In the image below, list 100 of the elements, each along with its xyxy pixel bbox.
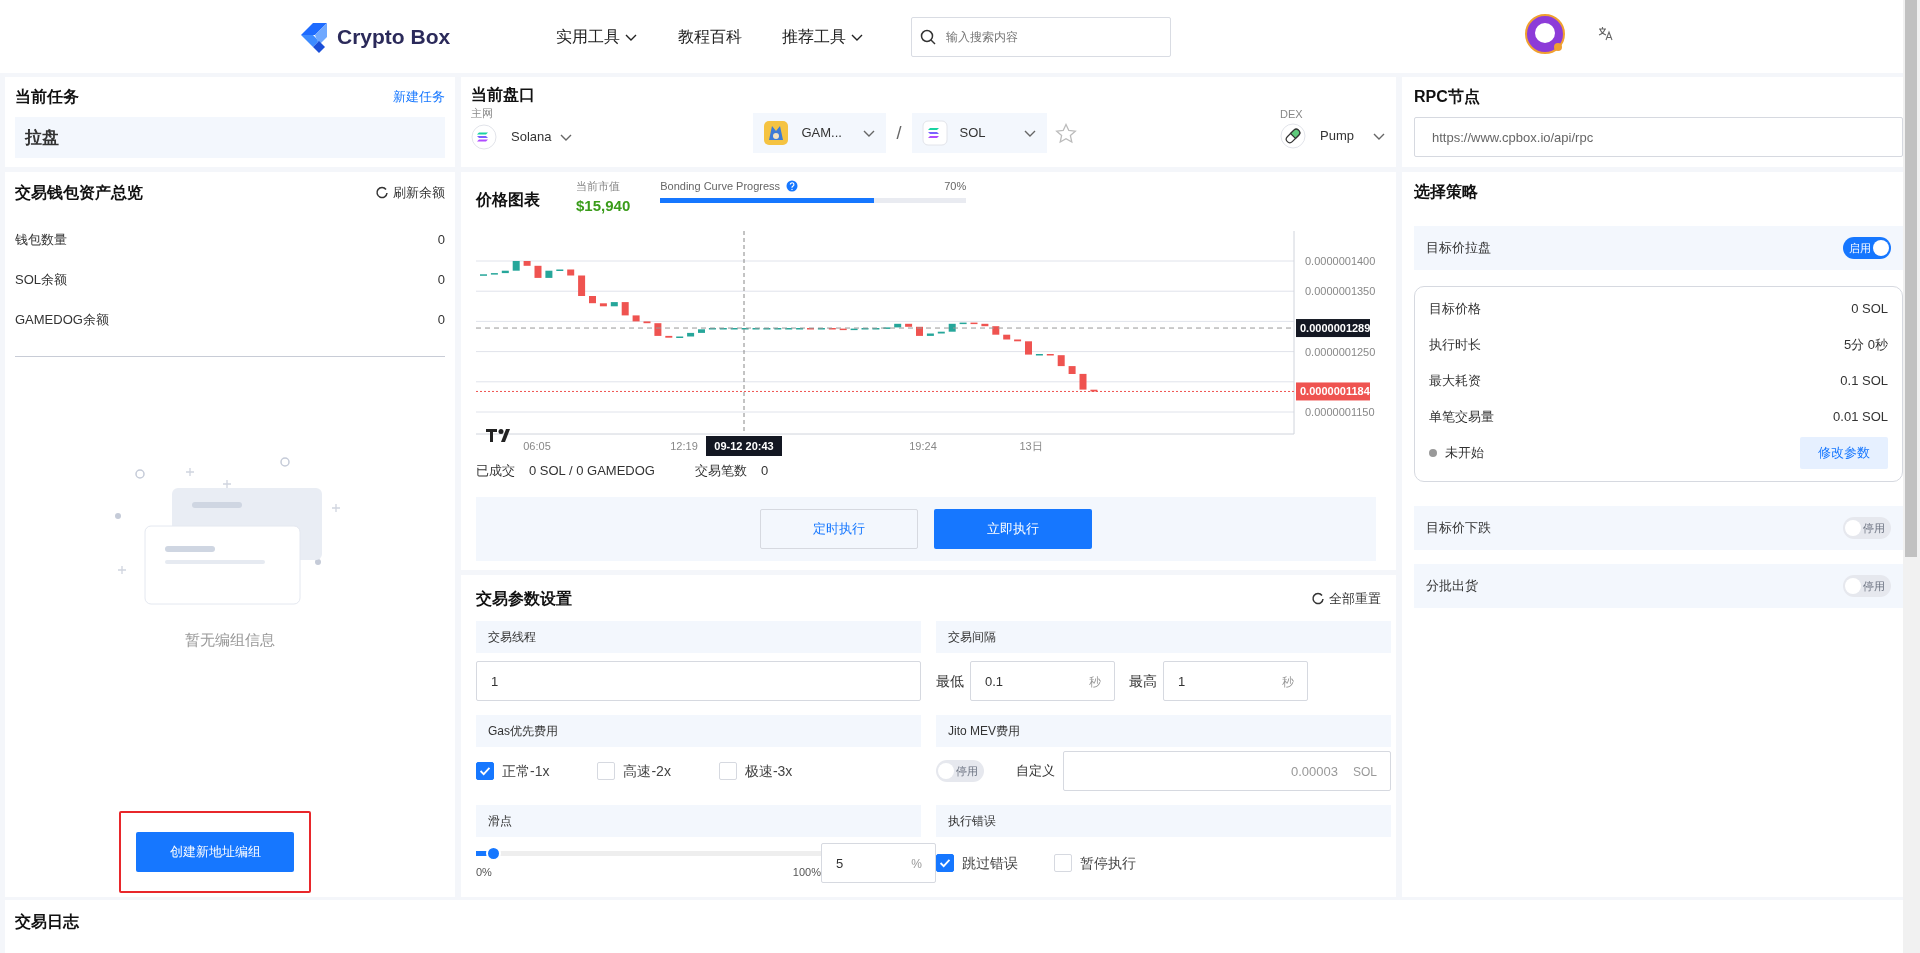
candle — [926, 333, 934, 336]
pair-separator: / — [896, 121, 902, 145]
token-select[interactable]: SOL — [911, 113, 1047, 153]
stat-label: 钱包数量 — [15, 231, 67, 250]
param-label: 执行时长 — [1429, 336, 1481, 355]
star-icon[interactable] — [1054, 122, 1077, 144]
nav-link[interactable]: 推荐工具 — [782, 24, 865, 49]
candle — [992, 326, 1000, 335]
stat-value: 0 — [760, 462, 769, 481]
network-select[interactable]: Solana — [471, 121, 574, 150]
strategy-name: 目标价下跌 — [1426, 519, 1491, 538]
candle — [545, 270, 553, 278]
current-price-tag: 0.0000001184 — [1296, 382, 1370, 401]
reset-link[interactable]: 全部重置 — [1311, 589, 1381, 609]
y-axis-label: 0.0000001400 — [1305, 255, 1376, 267]
stat-label: 交易笔数 — [694, 462, 747, 481]
candle — [643, 321, 651, 324]
field-label: 自定义 — [1016, 762, 1055, 781]
candle — [632, 315, 640, 322]
task-item[interactable]: 拉盘 — [15, 117, 445, 158]
field-label: 最高 — [1129, 671, 1157, 691]
status-dot — [1429, 449, 1437, 457]
progress-value: 70% — [944, 178, 967, 194]
search-field[interactable]: 输入搜索内容 — [911, 16, 1172, 57]
refresh-icon[interactable] — [1311, 592, 1325, 606]
param-label: 最大耗资 — [1429, 372, 1481, 391]
edit-params-button[interactable]: 修改参数 — [1800, 437, 1888, 469]
candle — [534, 265, 542, 278]
avatar[interactable] — [1524, 12, 1566, 55]
action-button[interactable]: 立即执行 — [934, 509, 1092, 549]
unit-label: SOL — [1353, 764, 1377, 781]
candle — [894, 323, 902, 328]
toggle-switch[interactable]: 停用 — [1843, 575, 1891, 597]
translate-icon[interactable] — [1598, 26, 1613, 42]
field-group-header: Jito MEV费用 — [936, 715, 1391, 747]
nav-link[interactable]: 实用工具 — [556, 24, 639, 49]
new-task-link[interactable]: 新建任务 — [393, 87, 445, 107]
x-axis-label: 19:24 — [909, 440, 937, 452]
candle — [654, 323, 662, 336]
candle — [687, 332, 695, 337]
create-group-button[interactable]: 创建新地址编组 — [136, 832, 294, 872]
solana-icon — [921, 120, 948, 146]
action-button[interactable]: 定时执行 — [760, 509, 918, 549]
candle — [905, 323, 913, 327]
field-group-header: 交易线程 — [476, 621, 921, 653]
chart-logo-icon — [486, 429, 510, 442]
section-title: RPC节点 — [1414, 87, 1481, 107]
field-group-header: 执行错误 — [936, 805, 1391, 837]
scrollbar[interactable] — [1903, 0, 1920, 953]
unit-label: 秒 — [1282, 674, 1294, 691]
toggle-switch[interactable]: 停用 — [1843, 517, 1891, 539]
toggle-switch[interactable]: 停用 — [936, 760, 984, 782]
stat-label: SOL余额 — [15, 271, 67, 290]
x-axis-label: 13日 — [1019, 440, 1043, 452]
market-cap-label: 当前市值 — [576, 179, 621, 194]
pill-icon — [1280, 122, 1307, 149]
candle — [959, 322, 967, 325]
field-label: 主网 — [471, 106, 494, 121]
checkbox-label[interactable]: 高速-2x — [623, 760, 671, 782]
stat-value: 0 — [437, 271, 445, 290]
checkbox-label[interactable]: 跳过错误 — [962, 852, 1018, 874]
candle — [1090, 389, 1098, 392]
section-title: 当前盘口 — [471, 85, 536, 105]
section-title: 交易钱包资产总览 — [15, 183, 143, 203]
candle — [1079, 373, 1087, 390]
unit-label: 秒 — [1089, 674, 1101, 691]
y-axis-label: 0.0000001350 — [1305, 285, 1376, 298]
field-group-header: 滑点 — [476, 805, 921, 837]
dex-select[interactable]: Pump — [1280, 122, 1386, 149]
solana-icon — [471, 123, 497, 150]
refresh-icon[interactable] — [375, 186, 389, 200]
field-label: 最低 — [936, 671, 964, 691]
input-field[interactable]: https://www.cpbox.io/api/rpc — [1414, 117, 1903, 157]
stat-value: 0 — [437, 231, 445, 250]
checkbox-label[interactable]: 暂停执行 — [1080, 852, 1136, 874]
refresh-link[interactable]: 刷新余额 — [375, 183, 445, 203]
checkbox[interactable] — [936, 854, 954, 872]
input-field[interactable]: 1 — [476, 661, 921, 701]
candle — [839, 328, 847, 331]
candle — [1057, 355, 1065, 367]
toggle-switch[interactable]: 启用 — [1843, 237, 1891, 259]
candle — [698, 329, 705, 333]
checkbox[interactable] — [476, 762, 494, 780]
candle — [1025, 341, 1032, 355]
checkbox-label[interactable]: 正常-1x — [502, 760, 550, 782]
nav-link[interactable]: 教程百科 — [678, 24, 743, 49]
token-select[interactable]: GAM... — [753, 113, 887, 153]
candle — [665, 335, 673, 338]
strategy-name: 目标价拉盘 — [1426, 239, 1491, 258]
checkbox-label[interactable]: 极速-3x — [744, 760, 793, 782]
search-icon — [920, 28, 937, 45]
help-icon[interactable] — [786, 180, 799, 192]
x-axis-label: 12:19 — [670, 440, 698, 452]
slider-max-label: 100% — [792, 864, 821, 880]
param-label: 单笔交易量 — [1429, 408, 1494, 427]
candle — [599, 303, 607, 307]
param-value: 0 SOL — [1851, 300, 1888, 319]
candle — [578, 275, 586, 296]
stat-label: GAMEDOG余额 — [15, 311, 109, 330]
y-axis-label: 0.0000001250 — [1305, 345, 1376, 358]
